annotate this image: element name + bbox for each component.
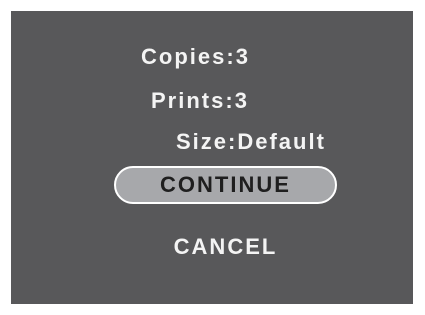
prints-label: Prints: [151, 88, 235, 113]
prints-setting: Prints:3 [151, 88, 249, 114]
continue-button[interactable]: CONTINUE [114, 166, 337, 204]
copies-setting: Copies:3 [141, 44, 250, 70]
cancel-button[interactable]: CANCEL [114, 230, 337, 264]
size-label: Size: [176, 129, 238, 154]
copies-label: Copies: [141, 44, 236, 69]
size-setting: Size:Default [176, 129, 326, 155]
size-value: Default [237, 129, 326, 154]
prints-value: 3 [234, 88, 249, 113]
print-settings-screen: Copies:3 Prints:3 Size:Default CONTINUE … [11, 11, 413, 304]
copies-value: 3 [235, 44, 250, 69]
